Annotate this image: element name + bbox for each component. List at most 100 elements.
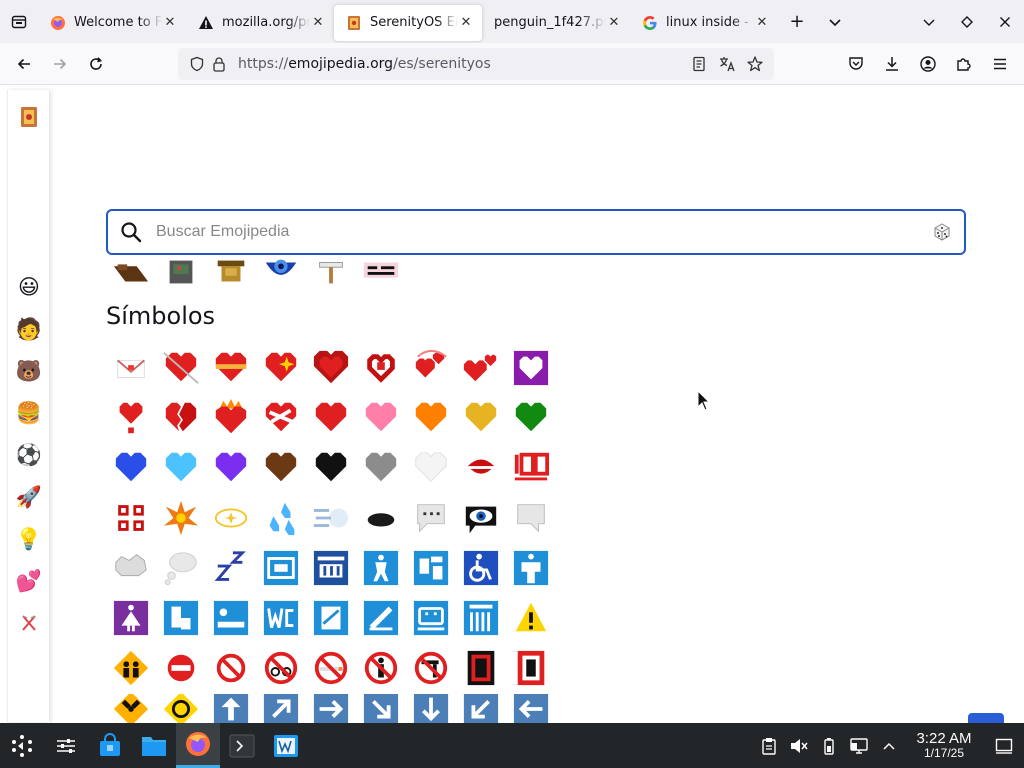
emoji-two-hearts[interactable] [461, 348, 501, 388]
show-desktop-icon[interactable] [984, 723, 1024, 768]
emoji-light-blue-heart[interactable] [161, 448, 201, 488]
activities-icon[interactable]: ⚽ [16, 442, 42, 468]
tab-penguin[interactable]: penguin_1f427.pr ✕ [482, 5, 630, 41]
file-manager-icon[interactable] [132, 723, 176, 768]
emoji-heart-on-fire[interactable] [211, 398, 251, 438]
emoji-heart-with-arrow[interactable] [161, 348, 201, 388]
close-window-button[interactable] [986, 0, 1024, 43]
emoji-biohazard[interactable] [161, 694, 201, 724]
emoji-water-closet[interactable] [261, 598, 301, 638]
emoji-dashing-away[interactable] [311, 498, 351, 538]
emoji-speech-balloon[interactable] [411, 498, 451, 538]
emoji-blue-heart[interactable] [111, 448, 151, 488]
emoji-tile[interactable] [211, 256, 251, 288]
clipboard-icon[interactable] [754, 723, 784, 768]
symbols-icon[interactable]: 💕 [16, 568, 42, 594]
discover-store-icon[interactable] [88, 723, 132, 768]
emoji-left-luggage[interactable] [461, 598, 501, 638]
emoji-right-arrow[interactable] [311, 694, 351, 724]
extensions-button[interactable] [946, 48, 982, 80]
people-icon[interactable]: 🧑 [16, 316, 42, 342]
emoji-white-heart[interactable] [411, 448, 451, 488]
tab-google[interactable]: linux inside - G ✕ [630, 5, 778, 41]
chevron-up-icon[interactable] [874, 723, 904, 768]
emoji-eye-in-speech-bubble[interactable] [461, 498, 501, 538]
digital-clock[interactable]: 3:22 AM 1/17/25 [904, 731, 984, 759]
emoji-left-speech-bubble[interactable] [511, 498, 551, 538]
emoji-kiss-mark[interactable] [461, 448, 501, 488]
emoji-restroom[interactable] [161, 598, 201, 638]
emoji-down-right-arrow[interactable] [361, 694, 401, 724]
tracking-protection-icon[interactable] [186, 53, 208, 75]
close-tab-icon[interactable]: ✕ [458, 15, 474, 31]
emoji-warning[interactable] [511, 598, 551, 638]
app-menu-button[interactable] [982, 48, 1018, 80]
account-button[interactable] [910, 48, 946, 80]
emoji-tile[interactable] [361, 256, 401, 288]
emoji-tile[interactable] [311, 256, 351, 288]
emoji-no-smoking[interactable] [311, 648, 351, 688]
emoji-green-heart[interactable] [511, 398, 551, 438]
emoji-heart-exclamation[interactable] [111, 398, 151, 438]
emoji-red-heart[interactable] [311, 398, 351, 438]
emoji-orange-heart[interactable] [411, 398, 451, 438]
pocket-button[interactable] [838, 48, 874, 80]
emoji-pink-heart[interactable] [361, 398, 401, 438]
travel-icon[interactable]: 🚀 [16, 484, 42, 510]
url-bar[interactable]: https://emojipedia.org/es/serenityos [178, 48, 774, 80]
emoji-tile[interactable] [111, 256, 151, 288]
emoji-womens-room[interactable] [111, 598, 151, 638]
konsole-icon[interactable] [220, 723, 264, 768]
emoji-hole[interactable] [361, 498, 401, 538]
firefox-view-button[interactable] [0, 0, 38, 43]
emoji-atm-sign[interactable] [261, 548, 301, 588]
emoji-broken-heart[interactable] [161, 398, 201, 438]
emoji-collision[interactable] [161, 498, 201, 538]
emoji-no-mobile-phones[interactable] [511, 648, 551, 688]
emoji-anger-symbol[interactable] [111, 498, 151, 538]
firefox-taskbar-icon[interactable] [176, 723, 220, 768]
emoji-heart-with-ribbon[interactable] [211, 348, 251, 388]
emoji-revolving-hearts[interactable] [411, 348, 451, 388]
close-tab-icon[interactable]: ✕ [606, 15, 622, 31]
reload-button[interactable] [78, 48, 114, 80]
emoji-left-arrow[interactable] [511, 694, 551, 724]
emoji-tile[interactable] [161, 256, 201, 288]
downloads-button[interactable] [874, 48, 910, 80]
emoji-tile[interactable] [261, 256, 301, 288]
animals-icon[interactable]: 🐻 [16, 358, 42, 384]
url-text[interactable]: https://emojipedia.org/es/serenityos [238, 56, 491, 72]
emoji-up-right-arrow[interactable] [261, 694, 301, 724]
close-tab-icon[interactable]: ✕ [310, 15, 326, 31]
food-icon[interactable]: 🍔 [16, 400, 42, 426]
volume-muted-icon[interactable] [784, 723, 814, 768]
emoji-no-entry[interactable] [161, 648, 201, 688]
emoji-right-anger-bubble[interactable] [111, 548, 151, 588]
close-tab-icon[interactable]: ✕ [162, 15, 178, 31]
emoji-prohibited[interactable] [211, 648, 251, 688]
text-editor-icon[interactable] [264, 723, 308, 768]
emoji-up-arrow[interactable] [211, 694, 251, 724]
emoji-beating-heart[interactable] [361, 348, 401, 388]
emoji-purple-heart[interactable] [211, 448, 251, 488]
random-dice-icon[interactable] [932, 222, 952, 242]
emoji-no-pedestrians[interactable] [461, 648, 501, 688]
search-box[interactable] [106, 209, 966, 255]
objects-icon[interactable]: 💡 [16, 526, 42, 552]
smileys-icon[interactable]: 😃 [16, 274, 42, 300]
emoji-brown-heart[interactable] [261, 448, 301, 488]
flags-icon[interactable] [16, 610, 42, 636]
emoji-baggage-claim[interactable] [411, 598, 451, 638]
emoji-children-crossing[interactable] [111, 648, 151, 688]
emoji-sparkling-heart[interactable] [261, 348, 301, 388]
emoji-passport-control[interactable] [311, 598, 351, 638]
forward-button[interactable] [42, 48, 78, 80]
emoji-thought-balloon[interactable] [161, 548, 201, 588]
emoji-black-heart[interactable] [311, 448, 351, 488]
emoji-grey-heart[interactable] [361, 448, 401, 488]
emoji-mens-room[interactable] [511, 548, 551, 588]
emoji-heart-decoration[interactable] [511, 348, 551, 388]
system-settings-icon[interactable] [44, 723, 88, 768]
lock-icon[interactable] [208, 53, 230, 75]
emoji-love-letter[interactable] [111, 348, 151, 388]
